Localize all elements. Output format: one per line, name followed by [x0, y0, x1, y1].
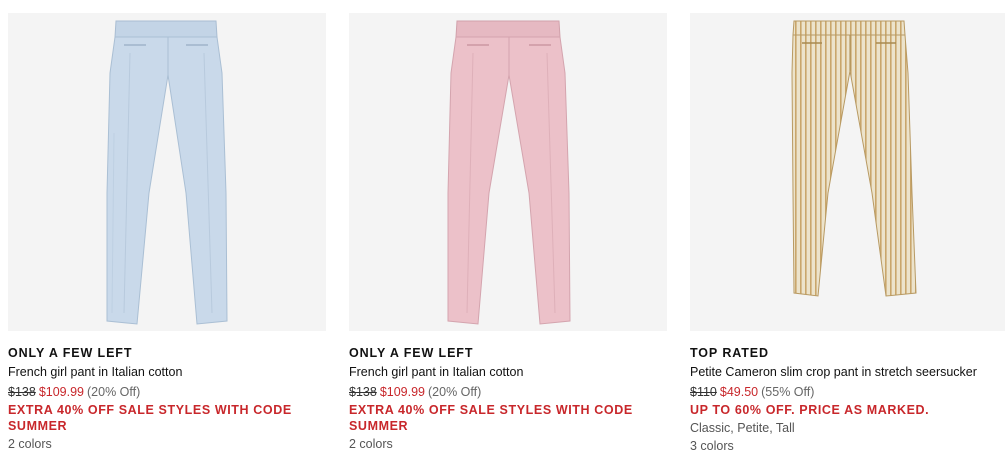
price-row: $138 $109.99 (20% Off) — [8, 385, 326, 400]
color-count[interactable]: 3 colors — [690, 438, 1005, 454]
original-price: $138 — [349, 385, 377, 399]
promo-text: UP TO 60% OFF. PRICE AS MARKED. — [690, 403, 930, 417]
pant-seersucker-image — [791, 20, 917, 297]
product-info: ONLY A FEW LEFT French girl pant in Ital… — [349, 346, 667, 452]
sale-price: $49.50 — [719, 385, 759, 399]
product-card[interactable]: ONLY A FEW LEFT French girl pant in Ital… — [8, 13, 326, 451]
size-options[interactable]: Classic, Petite, Tall — [690, 420, 1005, 436]
product-badge: ONLY A FEW LEFT — [349, 346, 474, 360]
product-card[interactable]: TOP RATED Petite Cameron slim crop pant … — [690, 13, 1005, 453]
original-price: $110 — [690, 385, 717, 399]
price-row: $138 $109.99 (20% Off) — [349, 385, 667, 400]
discount-percent: (20% Off) — [428, 385, 482, 399]
sale-price: $109.99 — [38, 385, 84, 399]
product-info: TOP RATED Petite Cameron slim crop pant … — [690, 346, 1005, 454]
price-row: $110 $49.50 (55% Off) — [690, 385, 1005, 400]
product-badge: ONLY A FEW LEFT — [8, 346, 133, 360]
product-name[interactable]: Petite Cameron slim crop pant in stretch… — [690, 365, 1005, 379]
promo-text: EXTRA 40% OFF SALE STYLES WITH CODE SUMM… — [349, 403, 633, 433]
product-badge: TOP RATED — [690, 346, 769, 360]
product-image[interactable] — [349, 13, 667, 331]
sale-price: $109.99 — [379, 385, 425, 399]
product-grid: ONLY A FEW LEFT French girl pant in Ital… — [0, 0, 1005, 458]
product-image[interactable] — [8, 13, 326, 331]
color-count[interactable]: 2 colors — [8, 436, 326, 452]
promo-text: EXTRA 40% OFF SALE STYLES WITH CODE SUMM… — [8, 403, 292, 433]
pant-light-blue-image — [106, 20, 228, 325]
discount-percent: (55% Off) — [761, 385, 815, 399]
discount-percent: (20% Off) — [87, 385, 141, 399]
product-name[interactable]: French girl pant in Italian cotton — [349, 365, 667, 379]
product-image[interactable] — [690, 13, 1005, 331]
original-price: $138 — [8, 385, 36, 399]
color-count[interactable]: 2 colors — [349, 436, 667, 452]
product-card[interactable]: ONLY A FEW LEFT French girl pant in Ital… — [349, 13, 667, 451]
product-info: ONLY A FEW LEFT French girl pant in Ital… — [8, 346, 326, 452]
product-name[interactable]: French girl pant in Italian cotton — [8, 365, 326, 379]
pant-pink-image — [447, 20, 571, 325]
